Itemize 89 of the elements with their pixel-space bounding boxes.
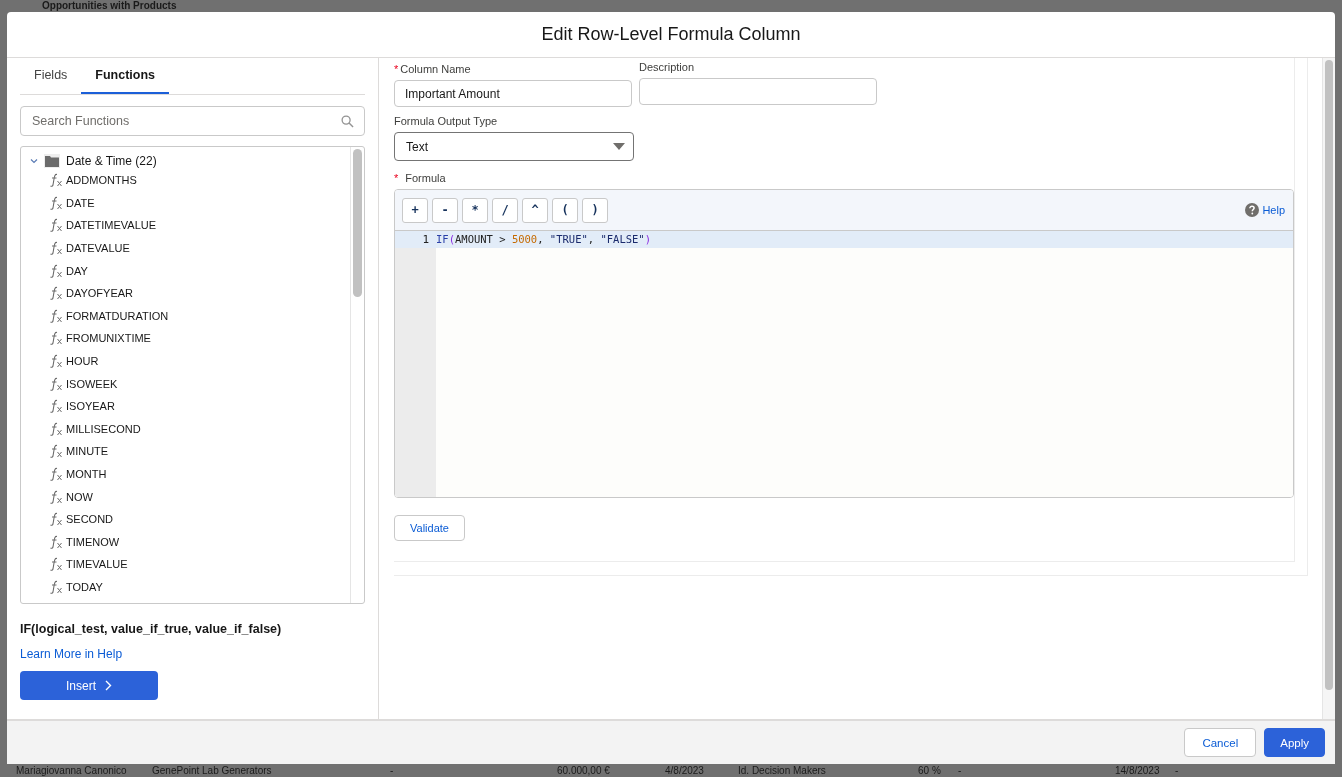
field-label: Formula: [405, 172, 446, 185]
dialog-title: Edit Row-Level Formula Column: [541, 24, 801, 45]
line-number: 1: [395, 231, 436, 248]
operator-button[interactable]: ): [582, 197, 608, 223]
function-icon: [49, 308, 63, 323]
help-link[interactable]: Help: [1245, 203, 1285, 217]
operator-button[interactable]: *: [462, 197, 488, 223]
help-link[interactable]: Learn More in Help: [20, 647, 365, 661]
output-type-dropdown[interactable]: Text: [394, 132, 634, 161]
field-label: Formula Output Type: [394, 115, 498, 128]
table-cell-text: 60 %: [918, 764, 942, 777]
validate-button[interactable]: Validate: [394, 515, 465, 541]
function-item[interactable]: NOW: [66, 490, 93, 503]
function-icon: [49, 421, 63, 436]
function-item[interactable]: MINUTE: [66, 445, 109, 458]
operator-button[interactable]: ^: [522, 197, 548, 223]
field-label: Column Name: [400, 63, 471, 76]
insert-button[interactable]: Insert: [20, 671, 158, 700]
folder-item[interactable]: Date & Time (22): [21, 152, 350, 169]
required-mark: *: [394, 63, 399, 76]
function-icon: [49, 218, 63, 233]
function-item[interactable]: DATEVALUE: [66, 242, 130, 255]
required-mark: *: [394, 172, 399, 185]
table-cell-text: -: [1175, 764, 1180, 777]
function-item[interactable]: ISOYEAR: [66, 400, 115, 413]
function-item[interactable]: HOUR: [66, 355, 99, 368]
formula-editor[interactable]: + - * / ^ ( ) Help 1 IF(AMOUNT > 5000, "TRUE", "FALSE"): [394, 189, 1294, 498]
dropdown-value: Text: [406, 139, 428, 154]
description-field[interactable]: [639, 78, 877, 105]
function-item[interactable]: FORMATDURATION: [66, 309, 169, 322]
search-field[interactable]: Search Functions: [20, 106, 365, 136]
operator-button[interactable]: +: [402, 197, 428, 223]
function-item[interactable]: DAY: [66, 264, 88, 277]
function-icon: [49, 444, 63, 459]
column-name-field[interactable]: Important Amount: [394, 80, 632, 107]
table-cell-text: -: [958, 764, 963, 777]
function-icon: [49, 534, 63, 549]
function-icon: [49, 467, 63, 481]
function-item[interactable]: DATETIMEVALUE: [66, 219, 157, 232]
scrollbar-thumb[interactable]: [353, 149, 362, 297]
function-item[interactable]: TIMEVALUE: [66, 558, 128, 571]
function-icon: [49, 580, 63, 594]
function-icon: [49, 557, 63, 572]
page-title: Opportunities with Products: [42, 0, 178, 12]
cancel-button[interactable]: Cancel: [1184, 728, 1257, 757]
help-icon: [1245, 203, 1260, 217]
function-item[interactable]: MONTH: [66, 468, 107, 480]
function-icon: [49, 354, 63, 369]
search-icon: [341, 114, 354, 128]
chevron-icon[interactable]: [30, 157, 38, 164]
function-signature: IF(logical_test, value_if_true, value_if_false): [20, 622, 283, 636]
function-icon: [49, 195, 63, 210]
tab[interactable]: Functions: [81, 58, 170, 94]
function-item[interactable]: TODAY: [66, 581, 103, 593]
operator-button[interactable]: -: [432, 197, 458, 223]
folder-icon: [44, 153, 60, 168]
operator-button[interactable]: (: [552, 197, 578, 223]
apply-button[interactable]: Apply: [1264, 728, 1325, 757]
table-cell-text: 14/8/2023: [1115, 764, 1161, 777]
operator-button[interactable]: /: [492, 197, 518, 223]
function-item[interactable]: DAYOFYEAR: [66, 287, 134, 300]
function-icon: [49, 173, 63, 188]
table-cell-text: Mariagiovanna Canonico: [16, 764, 128, 777]
function-icon: [49, 241, 63, 256]
function-icon: [49, 512, 63, 527]
field-label: Description: [639, 61, 695, 74]
function-item[interactable]: MILLISECOND: [66, 422, 141, 435]
dropdown-arrow-icon: [613, 143, 625, 150]
tab[interactable]: Fields: [20, 58, 82, 94]
table-cell-text: GenePoint Lab Generators: [152, 764, 273, 777]
function-icon: [49, 286, 63, 301]
table-cell-text: 60.000,00 €: [557, 764, 611, 777]
function-item[interactable]: DATE: [66, 196, 95, 209]
table-cell-text: -: [390, 764, 395, 777]
folder-label: Date & Time (22): [66, 153, 157, 168]
function-item[interactable]: TIMENOW: [66, 535, 120, 548]
function-item[interactable]: ISOWEEK: [66, 377, 118, 390]
table-cell-text: 4/8/2023: [665, 764, 705, 777]
function-item[interactable]: FROMUNIXTIME: [66, 332, 151, 345]
function-icon: [49, 489, 63, 504]
function-item[interactable]: SECOND: [66, 513, 114, 526]
table-cell-text: Id. Decision Makers: [738, 764, 827, 777]
function-icon: [49, 399, 63, 414]
chevron-right-icon: [105, 680, 112, 691]
function-item[interactable]: ADDMONTHS: [66, 174, 137, 187]
function-icon: [49, 331, 63, 346]
function-icon: [49, 376, 63, 391]
scrollbar-thumb[interactable]: [1325, 60, 1333, 690]
function-icon: [49, 263, 63, 278]
